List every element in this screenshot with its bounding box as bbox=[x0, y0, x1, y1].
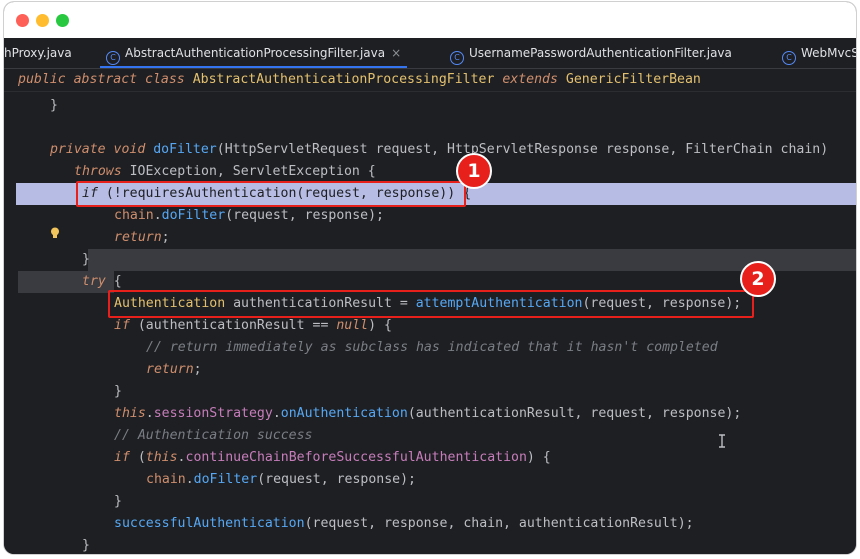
code-text: ) { bbox=[526, 450, 551, 465]
sticky-class-header: public abstract class AbstractAuthentica… bbox=[4, 69, 856, 92]
method-name: doFilter bbox=[161, 208, 226, 223]
code-text: (authenticationResult == bbox=[129, 318, 337, 333]
code-line: return; bbox=[4, 227, 856, 249]
keyword: extends bbox=[502, 72, 558, 87]
variable: chain bbox=[114, 208, 154, 223]
code-text: } bbox=[82, 252, 90, 267]
param: chain bbox=[780, 142, 821, 157]
code-text: (request, response, chain, authenticatio… bbox=[304, 516, 694, 531]
keyword: if bbox=[114, 318, 130, 333]
code-comment: // Authentication success bbox=[114, 428, 313, 443]
code-text: { bbox=[105, 274, 122, 289]
code-line: // Authentication success bbox=[4, 425, 856, 447]
keyword: if bbox=[114, 450, 130, 465]
code-text: ; bbox=[193, 362, 202, 377]
editor-tab-bar: hProxy.java C AbstractAuthenticationProce… bbox=[4, 38, 856, 69]
class-name: AbstractAuthenticationProcessingFilter bbox=[192, 72, 495, 87]
code-text: } bbox=[114, 494, 122, 509]
code-text: (request, response); bbox=[225, 208, 384, 223]
variable: chain bbox=[146, 472, 186, 487]
tab-label: AbstractAuthenticationProcessingFilter.j… bbox=[125, 46, 386, 60]
code-text: } bbox=[50, 98, 58, 113]
code-text: ; bbox=[161, 230, 170, 245]
code-text: ( bbox=[129, 450, 146, 465]
keyword: null bbox=[336, 318, 369, 333]
class-icon: C bbox=[782, 51, 796, 65]
tab-label: UsernamePasswordAuthenticationFilter.jav… bbox=[469, 46, 732, 60]
code-text: (request, response); bbox=[257, 472, 416, 487]
zoom-window-button[interactable] bbox=[56, 14, 69, 27]
tab-webmvc[interactable]: C WebMvcSe bbox=[782, 38, 856, 68]
code-text: } bbox=[82, 538, 90, 553]
minimize-window-button[interactable] bbox=[36, 14, 49, 27]
title-bar bbox=[4, 2, 856, 38]
ide-window: hProxy.java C AbstractAuthenticationProce… bbox=[4, 2, 856, 554]
code-line: throws IOException, ServletException { bbox=[4, 161, 856, 183]
keyword: return bbox=[146, 362, 194, 377]
field-name: continueChainBeforeSuccessfulAuthenticat… bbox=[185, 450, 527, 465]
keyword: this bbox=[145, 450, 178, 465]
code-line: } bbox=[4, 95, 856, 117]
highlight-box-attempt-authentication bbox=[108, 290, 754, 318]
code-editor[interactable]: } private void doFilter(HttpServletReque… bbox=[4, 92, 856, 554]
code-line: } bbox=[4, 381, 856, 403]
keyword: public abstract class bbox=[18, 72, 185, 87]
code-text: , FilterChain bbox=[669, 142, 781, 157]
keyword: try bbox=[82, 274, 106, 289]
code-text: (HttpServletRequest bbox=[216, 142, 376, 157]
param: response bbox=[605, 142, 670, 157]
code-text: IOException, ServletException { bbox=[121, 164, 376, 179]
field-name: sessionStrategy bbox=[153, 406, 273, 421]
code-text: } bbox=[114, 384, 122, 399]
parent-class-name: GenericFilterBean bbox=[565, 72, 701, 87]
keyword: this bbox=[114, 406, 146, 421]
tab-label: hProxy.java bbox=[4, 46, 72, 60]
code-text: , HttpServletResponse bbox=[431, 142, 606, 157]
code-line: successfulAuthentication(request, respon… bbox=[4, 513, 856, 535]
code-text: ) bbox=[820, 142, 829, 157]
method-name: successfulAuthentication bbox=[114, 516, 305, 531]
lightbulb-icon[interactable] bbox=[50, 227, 60, 239]
class-icon: C bbox=[106, 51, 120, 65]
code-line: if (authenticationResult == null) { bbox=[4, 315, 856, 337]
code-line: chain.doFilter(request, response); bbox=[4, 205, 856, 227]
code-line: } bbox=[4, 249, 856, 271]
tab-abstract-auth-filter[interactable]: C AbstractAuthenticationProcessingFilter.… bbox=[100, 38, 408, 68]
code-line: } bbox=[4, 535, 856, 554]
method-name: doFilter bbox=[153, 142, 217, 157]
code-text: ) { bbox=[368, 318, 392, 333]
text-cursor-icon bbox=[719, 434, 725, 448]
tab-username-password-filter[interactable]: C UsernamePasswordAuthenticationFilter.ja… bbox=[450, 38, 732, 68]
keyword: throws bbox=[74, 164, 122, 179]
close-window-button[interactable] bbox=[16, 14, 29, 27]
code-line: if (this.continueChainBeforeSuccessfulAu… bbox=[4, 447, 856, 469]
code-text: (authenticationResult, request, response… bbox=[407, 406, 742, 421]
tab-proxy[interactable]: hProxy.java bbox=[4, 38, 72, 68]
keyword: private void bbox=[50, 142, 146, 157]
param: request bbox=[375, 142, 432, 157]
code-line: this.sessionStrategy.onAuthentication(au… bbox=[4, 403, 856, 425]
method-name: doFilter bbox=[193, 472, 258, 487]
method-name: onAuthentication bbox=[280, 406, 408, 421]
highlight-box-requires-authentication bbox=[76, 181, 466, 207]
code-line: private void doFilter(HttpServletRequest… bbox=[4, 139, 856, 161]
keyword: return bbox=[114, 230, 162, 245]
code-line: } bbox=[4, 491, 856, 513]
code-line: // return immediately as subclass has in… bbox=[4, 337, 856, 359]
code-line: return; bbox=[4, 359, 856, 381]
step-badge-1: 1 bbox=[456, 153, 492, 189]
step-badge-2: 2 bbox=[740, 261, 776, 297]
class-icon: C bbox=[450, 51, 464, 65]
close-icon[interactable]: × bbox=[391, 46, 401, 60]
code-comment: // return immediately as subclass has in… bbox=[146, 340, 718, 355]
tab-label: WebMvcSe bbox=[801, 46, 856, 60]
code-line: chain.doFilter(request, response); bbox=[4, 469, 856, 491]
